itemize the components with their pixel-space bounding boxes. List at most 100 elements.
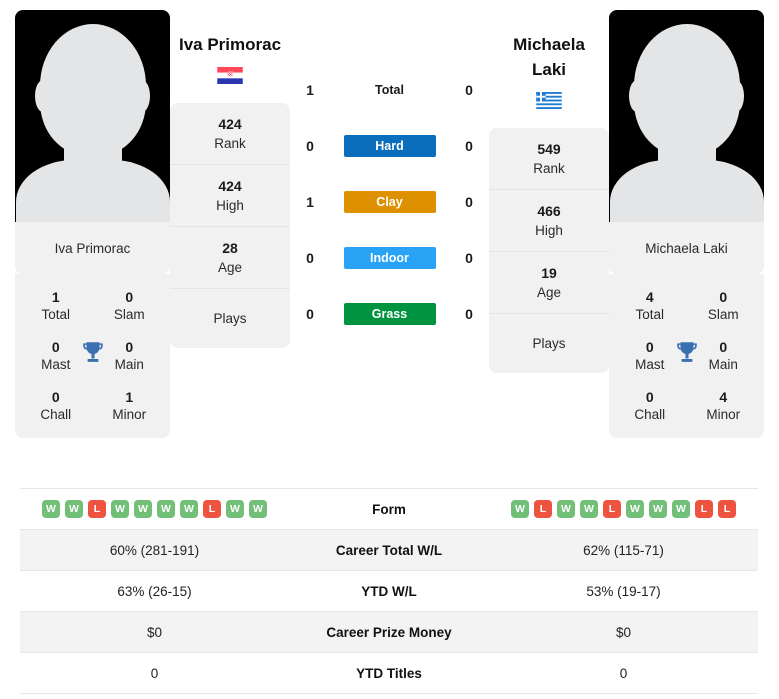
right-trophy-slam: 0 Slam [687,288,761,324]
form-badge-loss: L [603,500,621,518]
right-age-label: Age [536,285,562,300]
left-player-name: Iva Primorac [178,35,282,54]
left-trophy-chall-value: 0 [51,389,60,405]
left-career-wl: 60% (281-191) [109,542,200,558]
left-trophy-chall: 0 Chall [19,388,93,424]
left-plays-label: Plays [213,311,247,326]
left-photo-caption: Iva Primorac [15,222,170,274]
right-rank-value: 549 [537,141,561,157]
avatar-ear-right-icon [134,80,150,112]
row-label-career-prize: Career Prize Money [326,624,452,640]
row-label-ytd-titles: YTD Titles [356,665,422,681]
right-trophy-chall-label: Chall [634,407,666,422]
left-player-info: Iva Primorac 424 Rank 424 High 28 Age Pl… [170,10,290,348]
right-rank-row: 549 Rank [489,128,609,190]
left-trophy-panel: 1 Total 0 Slam 0 Mast 0 Main 0 Chall 1 M… [15,274,170,438]
table-row-ytd-wl: 63% (26-15) YTD W/L 53% (19-17) [20,571,758,612]
right-trophy-minor-value: 4 [719,389,728,405]
right-age-row: 19 Age [489,252,609,314]
right-trophy-total-value: 4 [645,289,654,305]
right-player-name: Michaela Laki [489,32,609,82]
h2h-row-grass: 0 Grass 0 [290,286,489,342]
form-badge-win: W [157,500,175,518]
right-high-row: 466 High [489,190,609,252]
avatar-ear-left-icon [629,80,645,112]
left-form-cell: WWLWWWWLWW [20,500,289,518]
form-badge-win: W [626,500,644,518]
h2h-row-total: 1 Total 0 [290,62,489,118]
h2h-hard-label[interactable]: Hard [343,135,436,157]
right-form-cell: WLWWLWWWLL [489,500,758,518]
left-high-value: 424 [218,178,242,194]
right-trophy-slam-label: Slam [707,307,739,322]
table-row-form: WWLWWWWLWW Form WLWWLWWWLL [20,489,758,530]
left-trophy-slam-value: 0 [125,289,134,305]
left-trophy-minor-value: 1 [125,389,134,405]
right-player-photo [609,10,764,222]
left-rank-row: 424 Rank [170,103,290,165]
left-trophy-minor: 1 Minor [93,388,167,424]
avatar-ear-left-icon [35,80,51,112]
form-badge-win: W [111,500,129,518]
comparison-header: Iva Primorac 1 Total 0 Slam 0 Mast 0 Mai… [0,0,779,475]
right-trophy-minor: 4 Minor [687,388,761,424]
left-age-label: Age [217,260,243,275]
right-career-wl: 62% (115-71) [583,542,664,558]
h2h-grass-right-score: 0 [465,306,473,322]
h2h-total-label: Total [375,83,404,97]
row-label-career-wl: Career Total W/L [335,542,443,558]
left-age-row: 28 Age [170,227,290,289]
left-rank-label: Rank [214,136,246,151]
h2h-hard-right-score: 0 [465,138,473,154]
right-trophy-total: 4 Total [613,288,687,324]
left-photo-card[interactable]: Iva Primorac [15,10,170,274]
left-player-flag-wrap [170,67,290,84]
right-photo-caption: Michaela Laki [609,222,764,274]
left-ytd-titles: 0 [150,665,159,681]
form-badge-loss: L [203,500,221,518]
right-trophy-minor-label: Minor [706,407,741,422]
right-player-name-line1: Michaela [513,35,585,54]
comparison-stats-table: WWLWWWWLWW Form WLWWLWWWLL 60% (281-191)… [20,488,758,694]
h2h-grass-label[interactable]: Grass [343,303,436,325]
form-badge-win: W [672,500,690,518]
h2h-total-right-score: 0 [465,82,473,98]
right-player-name-line2: Laki [531,60,567,79]
left-high-row: 424 High [170,165,290,227]
left-ytd-wl: 63% (26-15) [117,583,192,599]
right-plays-label: Plays [532,336,566,351]
left-stat-box: 424 Rank 424 High 28 Age Plays [170,103,290,348]
avatar-body-icon [15,160,170,222]
right-ytd-titles: 0 [619,665,628,681]
left-trophy-chall-label: Chall [40,407,72,422]
h2h-indoor-label[interactable]: Indoor [343,247,436,269]
h2h-grass-left-score: 0 [306,306,314,322]
h2h-row-hard: 0 Hard 0 [290,118,489,174]
right-ytd-wl: 53% (19-17) [586,583,661,599]
right-photo-card[interactable]: Michaela Laki [609,10,764,274]
row-label-ytd-wl: YTD W/L [361,583,417,599]
form-badge-win: W [557,500,575,518]
form-badge-win: W [65,500,83,518]
left-trophy-minor-label: Minor [112,407,147,422]
trophy-icon [82,342,103,362]
right-high-value: 466 [537,203,561,219]
left-player-photo-panel: Iva Primorac 1 Total 0 Slam 0 Mast 0 Mai… [15,10,170,438]
h2h-total-left-score: 1 [306,82,314,98]
h2h-row-clay: 1 Clay 0 [290,174,489,230]
form-badge-loss: L [695,500,713,518]
right-trophy-total-label: Total [635,307,665,322]
h2h-row-indoor: 0 Indoor 0 [290,230,489,286]
left-trophy-total: 1 Total [19,288,93,324]
avatar-body-icon [609,160,764,222]
form-badge-win: W [42,500,60,518]
h2h-indoor-right-score: 0 [465,250,473,266]
left-player-photo [15,10,170,222]
left-plays-row: Plays [170,289,290,348]
right-player-photo-panel: Michaela Laki 4 Total 0 Slam 0 Mast 0 Ma… [609,10,764,438]
h2h-clay-label[interactable]: Clay [343,191,436,213]
form-badge-loss: L [88,500,106,518]
croatia-flag-icon [217,67,243,84]
player-comparison-page: Iva Primorac 1 Total 0 Slam 0 Mast 0 Mai… [0,0,779,699]
table-row-career-prize: $0 Career Prize Money $0 [20,612,758,653]
